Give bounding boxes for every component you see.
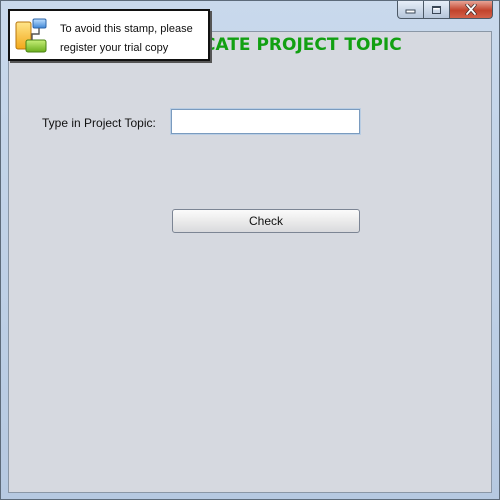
app-window: [0, 0, 500, 500]
trial-stamp: To avoid this stamp, please register you…: [8, 9, 210, 61]
minimize-icon: [405, 9, 416, 14]
close-icon: [465, 4, 477, 15]
stamp-line-2: register your trial copy: [60, 42, 169, 54]
close-button[interactable]: [450, 1, 493, 19]
stamp-message: To avoid this stamp, please register you…: [60, 20, 193, 58]
window-controls: [397, 1, 493, 20]
content-panel: [8, 31, 492, 493]
project-topic-label: Type in Project Topic:: [42, 116, 156, 130]
page-title: CATE PROJECT TOPIC: [203, 35, 402, 55]
maximize-icon: [432, 5, 441, 14]
project-topic-input[interactable]: [171, 109, 360, 134]
check-button[interactable]: Check: [172, 209, 360, 233]
maximize-button[interactable]: [424, 1, 450, 19]
stamp-line-1: To avoid this stamp, please: [60, 23, 193, 35]
stamp-logo-icon: [15, 18, 47, 53]
minimize-button[interactable]: [397, 1, 424, 19]
